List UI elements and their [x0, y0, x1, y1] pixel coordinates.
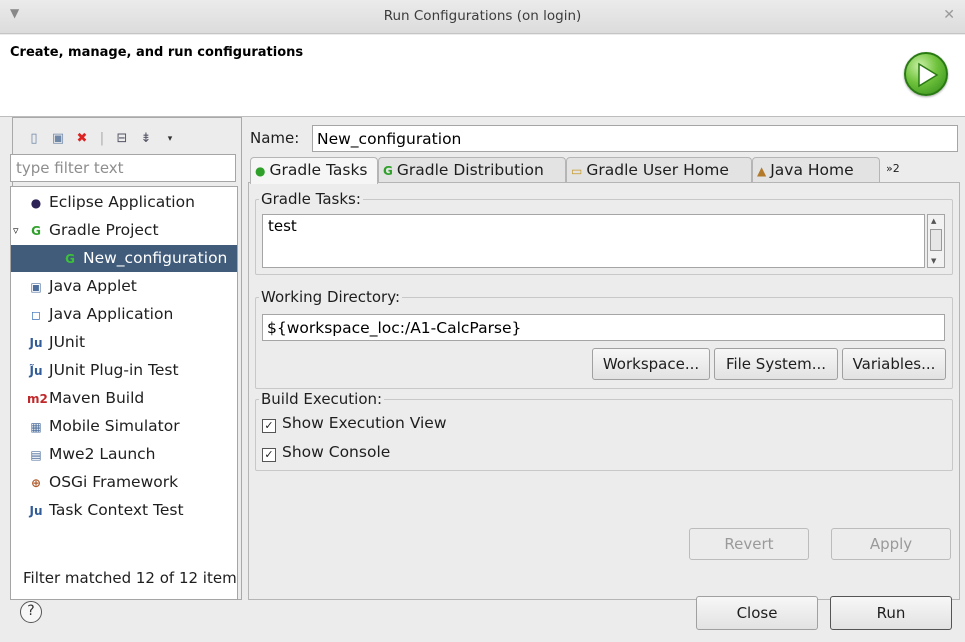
working-directory-legend: Working Directory: [259, 288, 403, 306]
gradle-icon: G [31, 224, 41, 238]
tab-label: Gradle Distribution [396, 161, 544, 179]
gradle-tasks-icon: ● [255, 164, 266, 178]
help-icon[interactable]: ? [20, 601, 42, 623]
maven-icon: m2 [27, 392, 48, 406]
eclipse-icon: ● [30, 196, 42, 210]
tabs-overflow-button[interactable]: »2 [882, 157, 922, 183]
tab-gradle-distribution[interactable]: G Gradle Distribution [378, 157, 566, 183]
junit-icon: Ju [29, 336, 43, 350]
tree-item[interactable]: ● Eclipse Application [11, 189, 195, 216]
file-system-button[interactable]: File System... [714, 348, 838, 380]
expand-toggle-icon[interactable]: ▿ [13, 217, 19, 244]
tree-item[interactable]: Ju JUnit [11, 329, 85, 356]
tree-item[interactable]: ⊕ OSGi Framework [11, 469, 178, 496]
junit-plugin-icon: J̃u [29, 364, 43, 378]
gradle-icon: G [383, 164, 393, 178]
toolbar-separator: | [99, 131, 105, 146]
window-title-bar: ▼ Run Configurations (on login) ✕ [0, 0, 965, 34]
configuration-tree: ● Eclipse Application ▿ G Gradle Project G New… [10, 186, 238, 538]
tree-item-label: Java Application [49, 305, 174, 323]
scroll-down-icon[interactable]: ▼ [931, 257, 936, 265]
java-application-icon: ◻ [31, 308, 41, 322]
tree-item-label: Eclipse Application [49, 193, 195, 211]
checkbox-checked-icon[interactable]: ✓ [262, 448, 276, 462]
build-execution-group: Build Execution: ✓ Show Execution View ✓ S… [255, 390, 953, 471]
window-title: Run Configurations (on login) [383, 8, 582, 24]
gradle-icon: G [65, 252, 75, 266]
scroll-thumb[interactable] [930, 229, 942, 251]
show-execution-view-label: Show Execution View [282, 414, 447, 432]
filter-status: Filter matched 12 of 12 items [10, 538, 238, 600]
gradle-tasks-legend: Gradle Tasks: [259, 190, 363, 208]
gradle-tasks-group: Gradle Tasks: ▲ ▼ [255, 190, 953, 275]
workspace-button[interactable]: Workspace... [592, 348, 710, 380]
close-icon[interactable]: ✕ [943, 7, 955, 23]
tree-item-label: Task Context Test [49, 501, 184, 519]
tree-item[interactable]: ▣ Java Applet [11, 273, 137, 300]
tree-item-label: Gradle Project [49, 221, 159, 239]
tab-body: Gradle Tasks: ▲ ▼ Working Directory: Wor… [248, 182, 960, 600]
run-icon [904, 52, 948, 96]
scroll-up-icon[interactable]: ▲ [931, 217, 936, 225]
tab-label: Gradle User Home [586, 161, 729, 179]
tree-item[interactable]: J̃u JUnit Plug-in Test [11, 357, 179, 384]
tasks-scrollbar[interactable]: ▲ ▼ [927, 214, 945, 268]
checkbox-checked-icon[interactable]: ✓ [262, 419, 276, 433]
filter-icon[interactable]: ⇟ [138, 131, 154, 147]
collapse-all-icon[interactable]: ⊟ [114, 131, 130, 147]
working-directory-group: Working Directory: Workspace... File Sys… [255, 288, 953, 389]
tree-item-label: OSGi Framework [49, 473, 179, 491]
tree-item[interactable]: ▿ G Gradle Project [11, 217, 159, 244]
task-context-icon: Ju [29, 504, 43, 518]
gradle-tasks-input[interactable] [262, 214, 925, 268]
osgi-icon: ⊕ [30, 476, 42, 490]
java-home-icon: ▲ [757, 164, 767, 178]
run-button[interactable]: Run [830, 596, 952, 630]
tree-item[interactable]: Ju Task Context Test [11, 497, 184, 524]
tree-item[interactable]: m2Maven Build [11, 385, 144, 412]
name-label: Name: [250, 129, 300, 147]
tree-item-label: JUnit Plug-in Test [49, 361, 179, 379]
dialog-header: Create, manage, and run configurations [0, 35, 965, 117]
tree-item[interactable]: ▤ Mwe2 Launch [11, 441, 156, 468]
show-console-checkbox[interactable]: ✓ Show Console [262, 443, 390, 462]
name-input[interactable] [312, 125, 958, 152]
apply-button[interactable]: Apply [831, 528, 951, 560]
build-execution-legend: Build Execution: [259, 390, 385, 408]
close-button[interactable]: Close [696, 596, 818, 630]
tab-gradle-user-home[interactable]: ▭ Gradle User Home [566, 157, 752, 183]
variables-button[interactable]: Variables... [842, 348, 946, 380]
mwe2-icon: ▤ [30, 448, 42, 462]
folder-icon: ▭ [571, 164, 583, 178]
tab-java-home[interactable]: ▲ Java Home [752, 157, 880, 183]
editor-tabs: ● Gradle Tasks G Gradle Distribution ▭ Gradle… [248, 157, 960, 184]
tree-item-label: Java Applet [49, 277, 137, 295]
tab-label: Gradle Tasks [269, 161, 368, 179]
mobile-simulator-icon: ▦ [30, 420, 42, 434]
tree-item[interactable]: G New_configuration [11, 245, 237, 272]
tree-item-label: Maven Build [49, 389, 145, 407]
tree-item-label: Mobile Simulator [49, 417, 180, 435]
working-directory-input[interactable] [262, 314, 945, 341]
new-launch-config-icon[interactable]: ▯ [26, 131, 42, 147]
show-execution-view-checkbox[interactable]: ✓ Show Execution View [262, 414, 447, 433]
duplicate-icon[interactable]: ▣ [50, 131, 66, 147]
tab-gradle-tasks[interactable]: ● Gradle Tasks [250, 157, 378, 184]
tab-label: Java Home [770, 161, 854, 179]
header-description: Create, manage, and run configurations [10, 45, 304, 60]
dropdown-arrow-icon[interactable]: ▾ [162, 131, 178, 147]
delete-icon[interactable]: ✖ [74, 131, 90, 147]
configuration-editor: Name: ●Gradle TasksGGradle Distribution▭… [244, 117, 965, 600]
java-applet-icon: ▣ [30, 280, 42, 294]
filter-input[interactable] [10, 154, 236, 182]
left-toolbar: ▯ ▣ ✖ | ⊟ ⇟ ▾ [26, 124, 226, 150]
show-console-label: Show Console [282, 443, 391, 461]
revert-button[interactable]: Revert [689, 528, 809, 560]
tree-item-label: JUnit [49, 333, 86, 351]
tree-item-label: New_configuration [83, 249, 228, 267]
tree-item[interactable]: ▦ Mobile Simulator [11, 413, 180, 440]
tree-item-label: Mwe2 Launch [49, 445, 156, 463]
tree-item[interactable]: ◻ Java Application [11, 301, 173, 328]
